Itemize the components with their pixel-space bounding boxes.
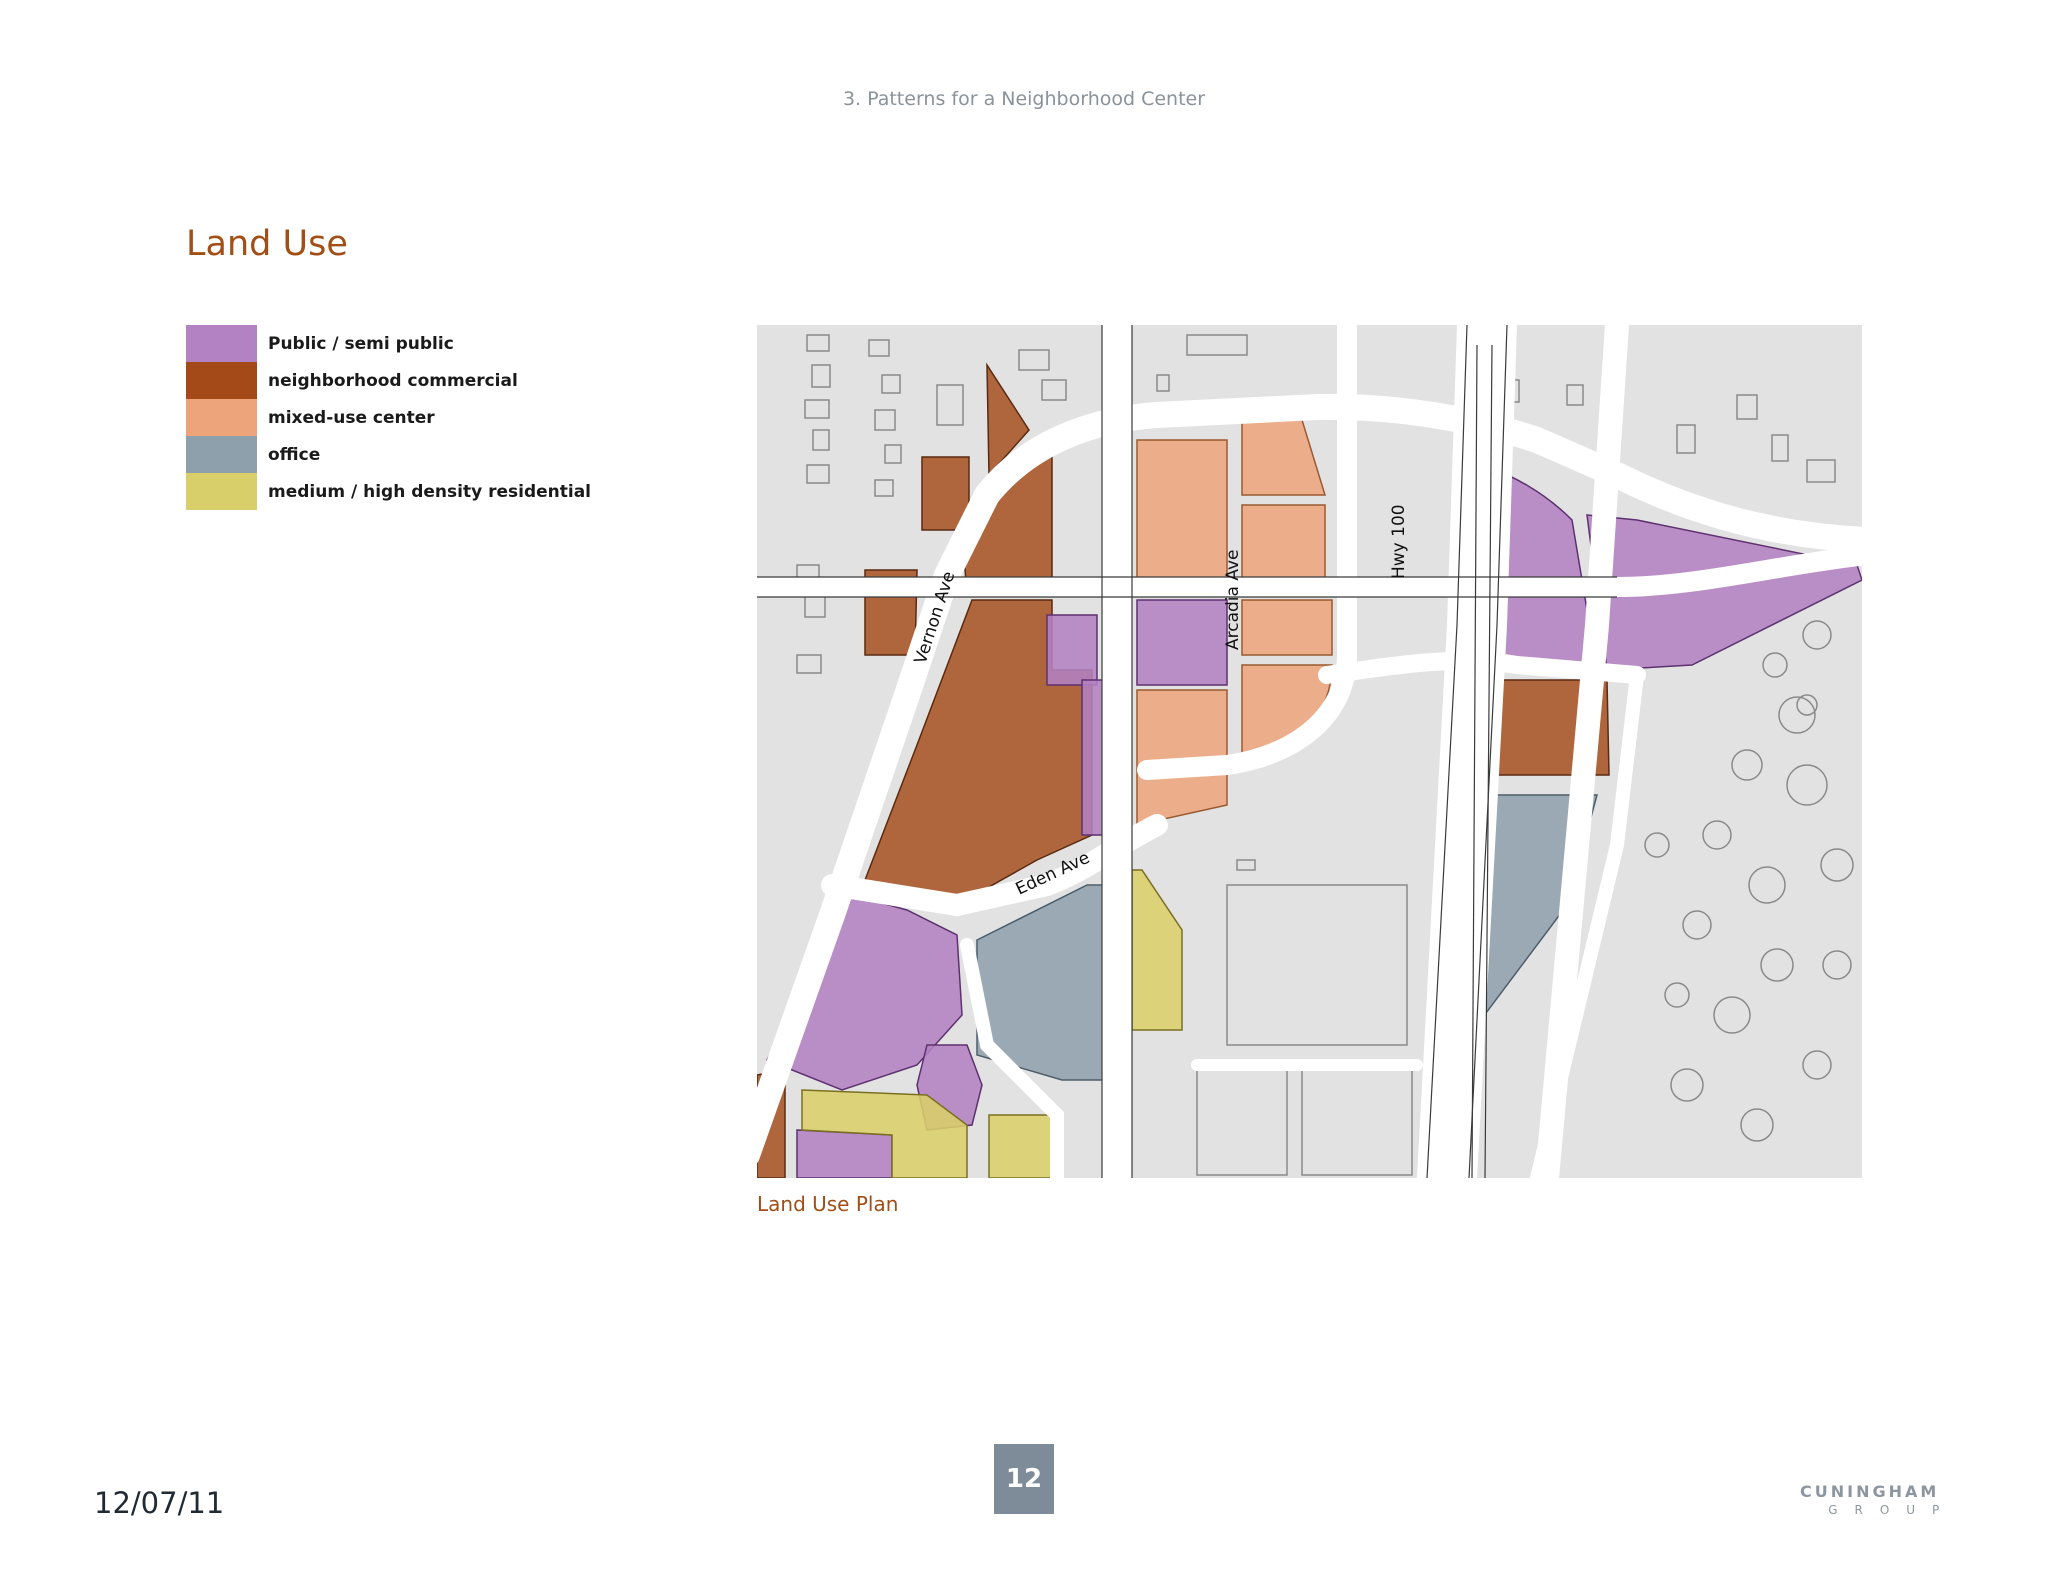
street-label-arcadia-ave: Arcadia Ave: [1223, 550, 1243, 651]
legend-item-neighborhood-commercial: neighborhood commercial: [186, 362, 591, 399]
logo-text-bottom: GROUP: [1828, 1503, 1957, 1517]
land-use-legend: Public / semi public neighborhood commer…: [186, 325, 591, 510]
section-title: Land Use: [186, 224, 348, 264]
legend-item-residential: medium / high density residential: [186, 473, 591, 510]
page-header: 3. Patterns for a Neighborhood Center: [842, 88, 1206, 110]
legend-swatch-public: [186, 325, 257, 362]
legend-item-office: office: [186, 436, 591, 473]
legend-swatch-office: [186, 436, 257, 473]
document-date: 12/07/11: [94, 1486, 225, 1520]
legend-label: office: [268, 444, 321, 465]
legend-item-public: Public / semi public: [186, 325, 591, 362]
cuningham-group-logo: CUNINGHAM GROUP: [1800, 1482, 1939, 1517]
legend-swatch-mixed-use: [186, 399, 257, 436]
logo-text-top: CUNINGHAM: [1800, 1482, 1940, 1501]
page-number: 12: [994, 1444, 1054, 1514]
legend-swatch-residential: [186, 473, 257, 510]
legend-label: mixed-use center: [268, 407, 435, 428]
street-label-hwy-100: Hwy 100: [1389, 504, 1409, 579]
legend-label: medium / high density residential: [268, 481, 592, 502]
legend-item-mixed-use: mixed-use center: [186, 399, 591, 436]
legend-swatch-neighborhood-commercial: [186, 362, 257, 399]
legend-label: neighborhood commercial: [268, 370, 518, 391]
land-use-map: Vernon Ave Arcadia Ave Hwy 100 Eden Ave: [757, 325, 1862, 1178]
land-use-map-drawing: Vernon Ave Arcadia Ave Hwy 100 Eden Ave: [757, 325, 1862, 1178]
map-caption: Land Use Plan: [757, 1192, 899, 1216]
legend-label: Public / semi public: [268, 333, 454, 354]
